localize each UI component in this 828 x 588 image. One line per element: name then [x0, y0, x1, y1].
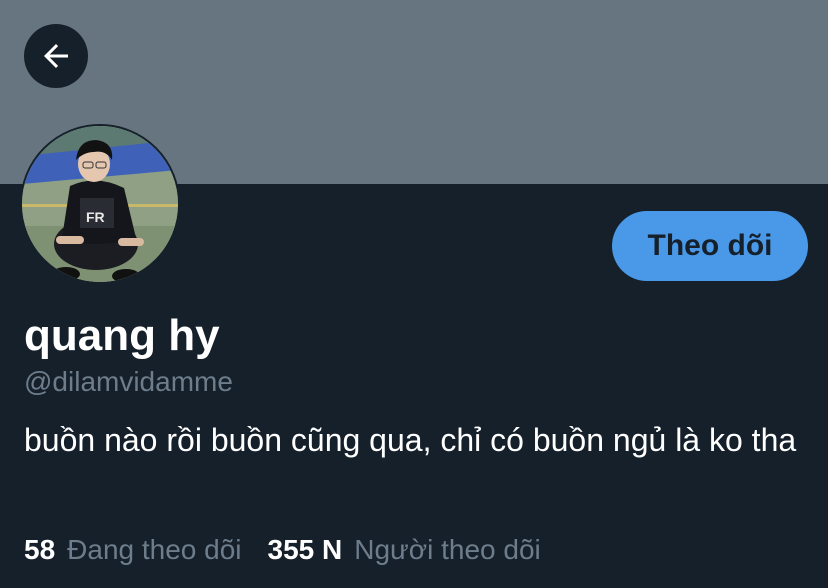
- followers-label: Người theo dõi: [354, 534, 541, 565]
- followers-stat[interactable]: 355 N Người theo dõi: [268, 534, 541, 566]
- following-label: Đang theo dõi: [67, 534, 242, 565]
- profile-bio: buồn nào rồi buồn cũng qua, chỉ có buồn …: [24, 422, 797, 458]
- follow-stats: 58 Đang theo dõi 355 N Người theo dõi: [24, 530, 541, 570]
- following-count: 58: [24, 534, 56, 565]
- svg-text:FR: FR: [86, 209, 105, 225]
- back-button[interactable]: [24, 24, 88, 88]
- followers-count: 355 N: [267, 534, 343, 565]
- arrow-left-icon: [38, 38, 74, 74]
- avatar-photo: FR: [22, 126, 178, 282]
- following-stat[interactable]: 58 Đang theo dõi: [24, 534, 242, 566]
- follow-button[interactable]: Theo dõi: [612, 211, 808, 281]
- avatar[interactable]: FR: [20, 124, 180, 284]
- display-name: quang hy: [24, 311, 220, 360]
- user-handle: @dilamvidamme: [24, 366, 233, 397]
